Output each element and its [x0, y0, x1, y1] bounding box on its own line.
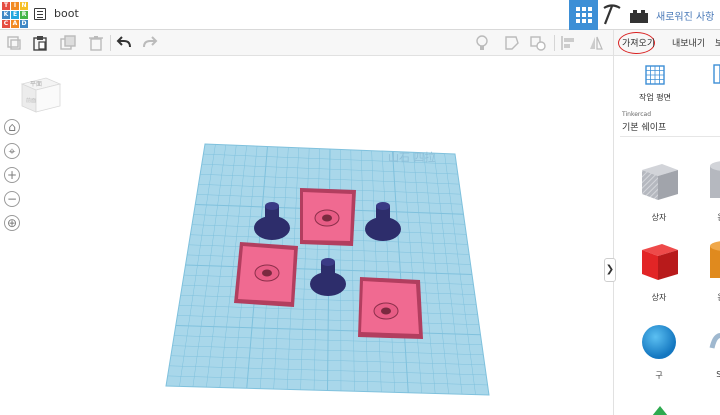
workplane-grid-icon — [645, 65, 665, 85]
box-striped-icon — [642, 164, 678, 200]
redo-icon[interactable] — [142, 35, 158, 51]
pink-box-shape[interactable] — [358, 277, 423, 339]
shape-label: 상자 — [651, 293, 667, 302]
shapes-sidebar: 작업 평면 Tinkercad 기본 쉐이프 상자 상자 구 — [613, 56, 720, 415]
shape-label: Sc — [706, 370, 720, 379]
logo-letter: T — [2, 2, 10, 10]
shape-sphere[interactable]: 구 — [629, 320, 689, 381]
logo-letter: D — [20, 20, 28, 28]
shape-label: 원 — [706, 212, 720, 223]
workplane-tool-button[interactable]: 작업 평면 — [618, 62, 692, 102]
green-roof-icon[interactable] — [650, 404, 670, 415]
top-header: TINKERCAD boot 새로워진 사항 — [0, 0, 720, 30]
edit-toolbar — [0, 30, 613, 56]
pickaxe-icon[interactable] — [600, 4, 624, 26]
shape-box-gray[interactable]: 상자 — [629, 156, 689, 223]
logo-letter: R — [20, 11, 28, 19]
cylinder-orange-icon — [710, 241, 720, 278]
tinkercad-logo[interactable]: TIN KER CAD — [2, 2, 28, 28]
shape-scribble-partial[interactable]: Sc — [706, 320, 720, 379]
send-to-button[interactable]: 보 — [715, 36, 720, 49]
shape-box-red[interactable]: 상자 — [629, 236, 689, 303]
cylinder-icon — [710, 161, 720, 198]
pink-box-shape[interactable] — [234, 242, 298, 307]
sphere-icon — [642, 325, 676, 359]
shape-cylinder-orange-partial[interactable]: 원 — [706, 236, 720, 303]
logo-letter: A — [11, 20, 19, 28]
workplane-scene[interactable]: 山石 四拉 — [0, 56, 613, 415]
mirror-icon[interactable] — [588, 35, 604, 51]
logo-letter: C — [2, 20, 10, 28]
light-bulb-icon[interactable] — [474, 35, 490, 51]
scribble-icon — [709, 333, 720, 349]
export-button[interactable]: 내보내기 — [672, 36, 705, 49]
brick-icon[interactable] — [630, 8, 648, 23]
shape-label: 상자 — [651, 213, 667, 222]
logo-letter: E — [11, 11, 19, 19]
whats-new-link[interactable]: 새로워진 사항 — [656, 8, 714, 23]
grid-icon — [575, 7, 592, 23]
copy-icon[interactable] — [6, 35, 22, 51]
workplane-label: 작업 평면 — [639, 93, 671, 102]
paste-icon[interactable] — [32, 35, 48, 51]
import-export-bar: 가져오기 내보내기 보 — [613, 30, 720, 56]
import-button[interactable]: 가져오기 — [622, 36, 655, 49]
box-red-icon — [642, 244, 678, 280]
align-icon[interactable] — [560, 35, 576, 51]
logo-letter: I — [11, 2, 19, 10]
tinkercad-app: TINKERCAD boot 새로워진 사항 가져오기 내보내기 보 平面 前面… — [0, 0, 720, 415]
group-shape-icon[interactable] — [530, 35, 546, 51]
library-provider: Tinkercad — [622, 111, 652, 118]
pink-box-shape[interactable] — [300, 188, 356, 246]
shape-library-select[interactable]: 기본 쉐이프 — [620, 119, 720, 137]
note-shape-icon[interactable] — [504, 35, 520, 51]
shape-label: 구 — [655, 371, 663, 380]
undo-icon[interactable] — [116, 35, 132, 51]
toolbar-divider — [554, 35, 555, 51]
shape-cylinder-partial[interactable]: 원 — [706, 156, 720, 223]
grid-view-button[interactable] — [569, 0, 598, 30]
document-title[interactable]: boot — [54, 7, 79, 20]
duplicate-icon[interactable] — [60, 35, 76, 51]
trash-icon[interactable] — [88, 35, 104, 51]
3d-workspace[interactable]: 平面 前面 ⌂ ⌖ + − ⊕ 山石 四拉 — [0, 56, 613, 415]
ruler-icon[interactable] — [713, 64, 720, 84]
shape-label: 원 — [706, 292, 720, 303]
collapse-panel-button[interactable]: ❯ — [604, 258, 616, 282]
logo-letter: K — [2, 11, 10, 19]
logo-letter: N — [20, 2, 28, 10]
design-menu-icon[interactable] — [34, 8, 46, 20]
workplane-watermark: 山石 四拉 — [388, 150, 436, 164]
toolbar-divider — [110, 35, 111, 51]
